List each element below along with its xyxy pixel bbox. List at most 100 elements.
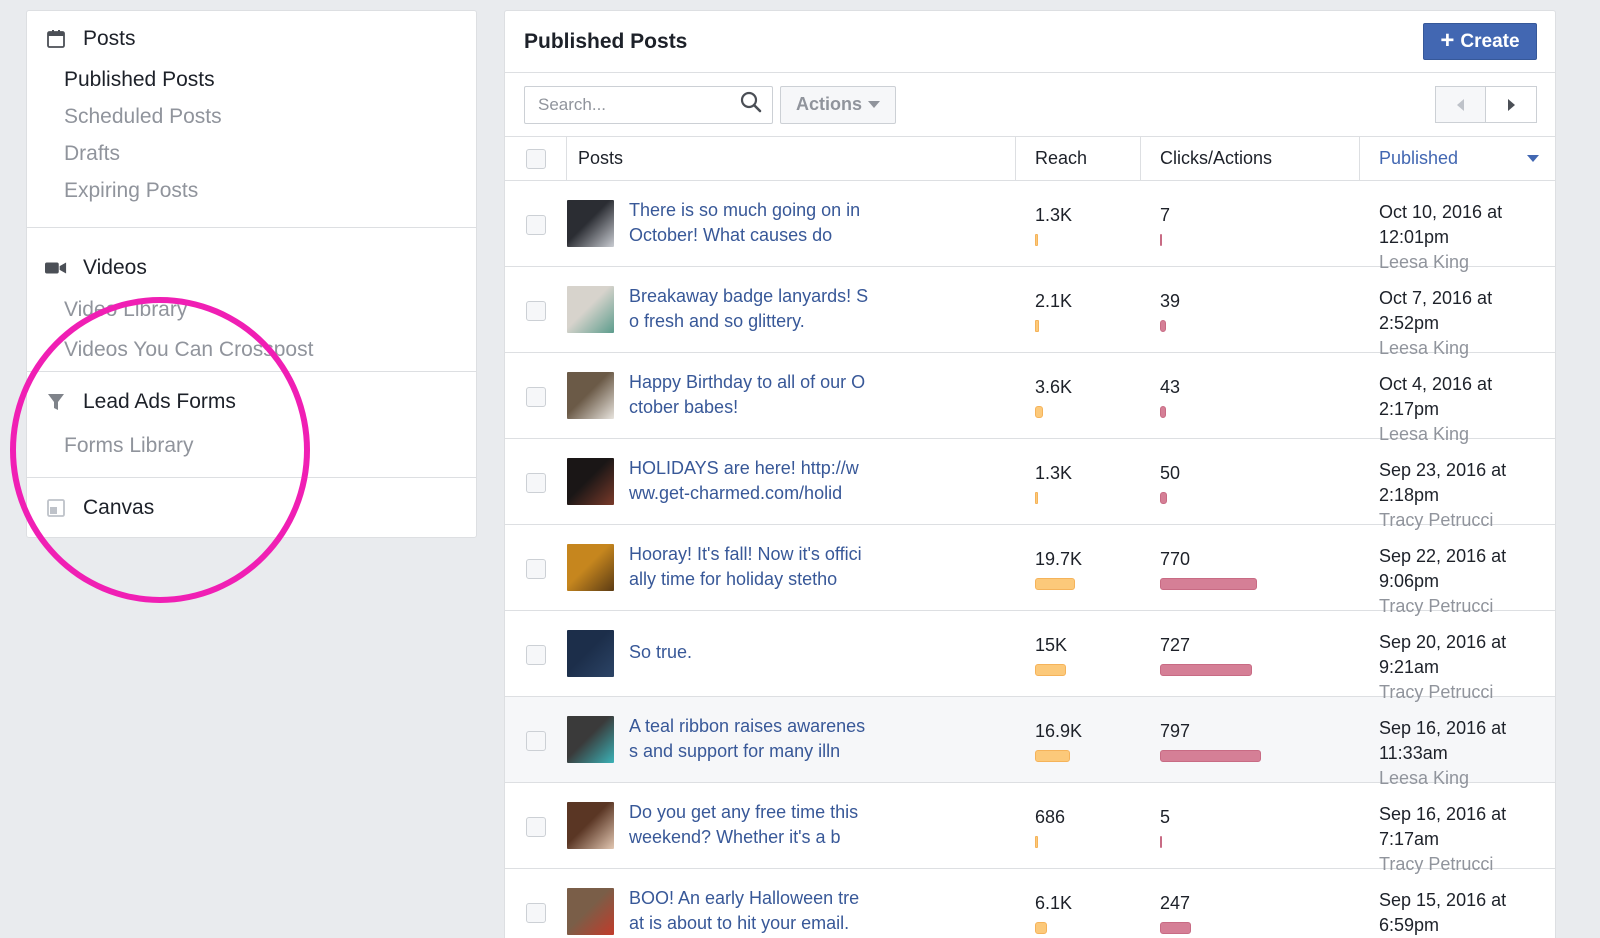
- post-thumbnail[interactable]: [567, 372, 614, 419]
- clicks-bar-track: [1160, 320, 1360, 332]
- reach-value: 2.1K: [1035, 291, 1073, 311]
- table-row[interactable]: A teal ribbon raises awareness and suppo…: [505, 697, 1555, 788]
- table-row[interactable]: HOLIDAYS are here! http://www.get-charme…: [505, 439, 1555, 530]
- column-header-clicks[interactable]: Clicks/Actions: [1141, 137, 1360, 180]
- sidebar-item-videos-crosspost[interactable]: Videos You Can Crosspost: [27, 330, 476, 370]
- sidebar-heading-posts[interactable]: Posts: [27, 17, 476, 61]
- clicks-bar: [1160, 836, 1162, 848]
- table-row[interactable]: So true. 15K 727 Sep 20, 2016 at 9:21am …: [505, 611, 1555, 702]
- clicks-bar-track: [1160, 750, 1360, 762]
- reach-bar: [1035, 320, 1039, 332]
- actions-label: Actions: [795, 94, 862, 114]
- column-header-posts[interactable]: Posts: [567, 137, 1016, 180]
- next-page-button[interactable]: [1486, 86, 1537, 123]
- post-cell: Hooray! It's fall! Now it's officially t…: [567, 525, 1016, 610]
- reach-cell: 16.9K: [1016, 697, 1141, 782]
- create-button[interactable]: + Create: [1423, 23, 1537, 60]
- post-thumbnail[interactable]: [567, 286, 614, 333]
- post-thumbnail[interactable]: [567, 888, 614, 935]
- post-title-link[interactable]: Happy Birthday to all of our October bab…: [629, 370, 869, 420]
- post-thumbnail[interactable]: [567, 200, 614, 247]
- row-select-cell: [505, 439, 567, 524]
- post-thumbnail[interactable]: [567, 458, 614, 505]
- published-date: Sep 16, 2016 at 7:17am: [1379, 804, 1507, 849]
- column-header-reach[interactable]: Reach: [1016, 137, 1141, 180]
- row-checkbox[interactable]: [526, 902, 546, 923]
- published-date: Oct 10, 2016 at 12:01pm: [1379, 202, 1503, 247]
- post-title-link[interactable]: Do you get any free time this weekend? W…: [629, 800, 869, 850]
- clicks-bar: [1160, 320, 1166, 332]
- row-checkbox[interactable]: [526, 300, 546, 321]
- sidebar-heading-videos[interactable]: Videos: [27, 246, 476, 290]
- clicks-cell: 50: [1141, 439, 1360, 524]
- clicks-cell: 39: [1141, 267, 1360, 352]
- table-row[interactable]: BOO! An early Halloween treat is about t…: [505, 869, 1555, 938]
- post-cell: BOO! An early Halloween treat is about t…: [567, 869, 1016, 938]
- row-checkbox[interactable]: [526, 214, 546, 235]
- clicks-bar: [1160, 922, 1191, 934]
- sidebar-item-scheduled-posts[interactable]: Scheduled Posts: [27, 98, 476, 135]
- post-cell: Breakaway badge lanyards! So fresh and s…: [567, 267, 1016, 352]
- row-checkbox[interactable]: [526, 386, 546, 407]
- clicks-cell: 770: [1141, 525, 1360, 610]
- published-cell: Sep 16, 2016 at 11:33am Leesa King: [1360, 697, 1555, 788]
- previous-page-button[interactable]: [1435, 86, 1486, 123]
- post-title-link[interactable]: HOLIDAYS are here! http://www.get-charme…: [629, 456, 869, 506]
- table-row[interactable]: There is so much going on in October! Wh…: [505, 181, 1555, 272]
- table-row[interactable]: Hooray! It's fall! Now it's officially t…: [505, 525, 1555, 616]
- published-cell: Sep 20, 2016 at 9:21am Tracy Petrucci: [1360, 611, 1555, 702]
- row-checkbox[interactable]: [526, 816, 546, 837]
- reach-bar: [1035, 664, 1066, 676]
- sidebar-item-video-library[interactable]: Video Library: [27, 290, 476, 330]
- row-checkbox[interactable]: [526, 558, 546, 579]
- table-header: Posts Reach Clicks/Actions Published: [505, 137, 1555, 181]
- post-cell: There is so much going on in October! Wh…: [567, 181, 1016, 266]
- sidebar-item-drafts[interactable]: Drafts: [27, 135, 476, 172]
- arrow-left-icon: [1457, 98, 1464, 111]
- row-checkbox[interactable]: [526, 472, 546, 493]
- published-date: Sep 15, 2016 at 6:59pm: [1379, 890, 1507, 935]
- post-title-link[interactable]: BOO! An early Halloween treat is about t…: [629, 886, 869, 936]
- clicks-bar-track: [1160, 406, 1360, 418]
- table-row[interactable]: Happy Birthday to all of our October bab…: [505, 353, 1555, 444]
- select-all-checkbox[interactable]: [525, 148, 546, 169]
- canvas-icon: [45, 497, 67, 519]
- table-row[interactable]: Do you get any free time this weekend? W…: [505, 783, 1555, 874]
- reach-value: 19.7K: [1035, 549, 1083, 569]
- actions-dropdown[interactable]: Actions: [780, 85, 896, 124]
- sidebar-item-forms-library[interactable]: Forms Library: [27, 424, 476, 468]
- post-title-link[interactable]: There is so much going on in October! Wh…: [629, 198, 869, 248]
- arrow-right-icon: [1507, 98, 1515, 111]
- published-cell: Sep 15, 2016 at 6:59pm Tracy Petrucci: [1360, 869, 1555, 938]
- row-select-cell: [505, 353, 567, 438]
- post-thumbnail[interactable]: [567, 716, 614, 763]
- clicks-cell: 43: [1141, 353, 1360, 438]
- sidebar-section-posts: Posts Published Posts Scheduled Posts Dr…: [27, 11, 476, 228]
- sidebar-item-expiring-posts[interactable]: Expiring Posts: [27, 172, 476, 209]
- column-header-published[interactable]: Published: [1360, 137, 1555, 180]
- reach-bar-track: [1035, 664, 1141, 676]
- sidebar-section-canvas: Canvas: [27, 478, 476, 538]
- post-thumbnail[interactable]: [567, 630, 614, 677]
- sidebar-heading-lead-ads[interactable]: Lead Ads Forms: [27, 380, 476, 424]
- table-row[interactable]: Breakaway badge lanyards! So fresh and s…: [505, 267, 1555, 358]
- row-select-cell: [505, 783, 567, 868]
- clicks-value: 43: [1160, 377, 1181, 397]
- post-title-link[interactable]: A teal ribbon raises awareness and suppo…: [629, 714, 869, 764]
- post-title-link[interactable]: Hooray! It's fall! Now it's officially t…: [629, 542, 869, 592]
- search-icon[interactable]: [740, 91, 762, 118]
- row-checkbox[interactable]: [526, 730, 546, 751]
- reach-value: 6.1K: [1035, 893, 1073, 913]
- row-checkbox[interactable]: [526, 644, 546, 665]
- sidebar-heading-canvas[interactable]: Canvas: [27, 486, 476, 530]
- sidebar-item-published-posts[interactable]: Published Posts: [27, 61, 476, 98]
- post-thumbnail[interactable]: [567, 802, 614, 849]
- clicks-bar: [1160, 750, 1261, 762]
- post-title-link[interactable]: Breakaway badge lanyards! So fresh and s…: [629, 284, 869, 334]
- post-title-link[interactable]: So true.: [629, 640, 869, 665]
- post-thumbnail[interactable]: [567, 544, 614, 591]
- pagination: [1435, 86, 1537, 123]
- search-input[interactable]: [538, 94, 728, 115]
- published-cell: Oct 4, 2016 at 2:17pm Leesa King: [1360, 353, 1555, 444]
- clicks-value: 770: [1160, 549, 1191, 569]
